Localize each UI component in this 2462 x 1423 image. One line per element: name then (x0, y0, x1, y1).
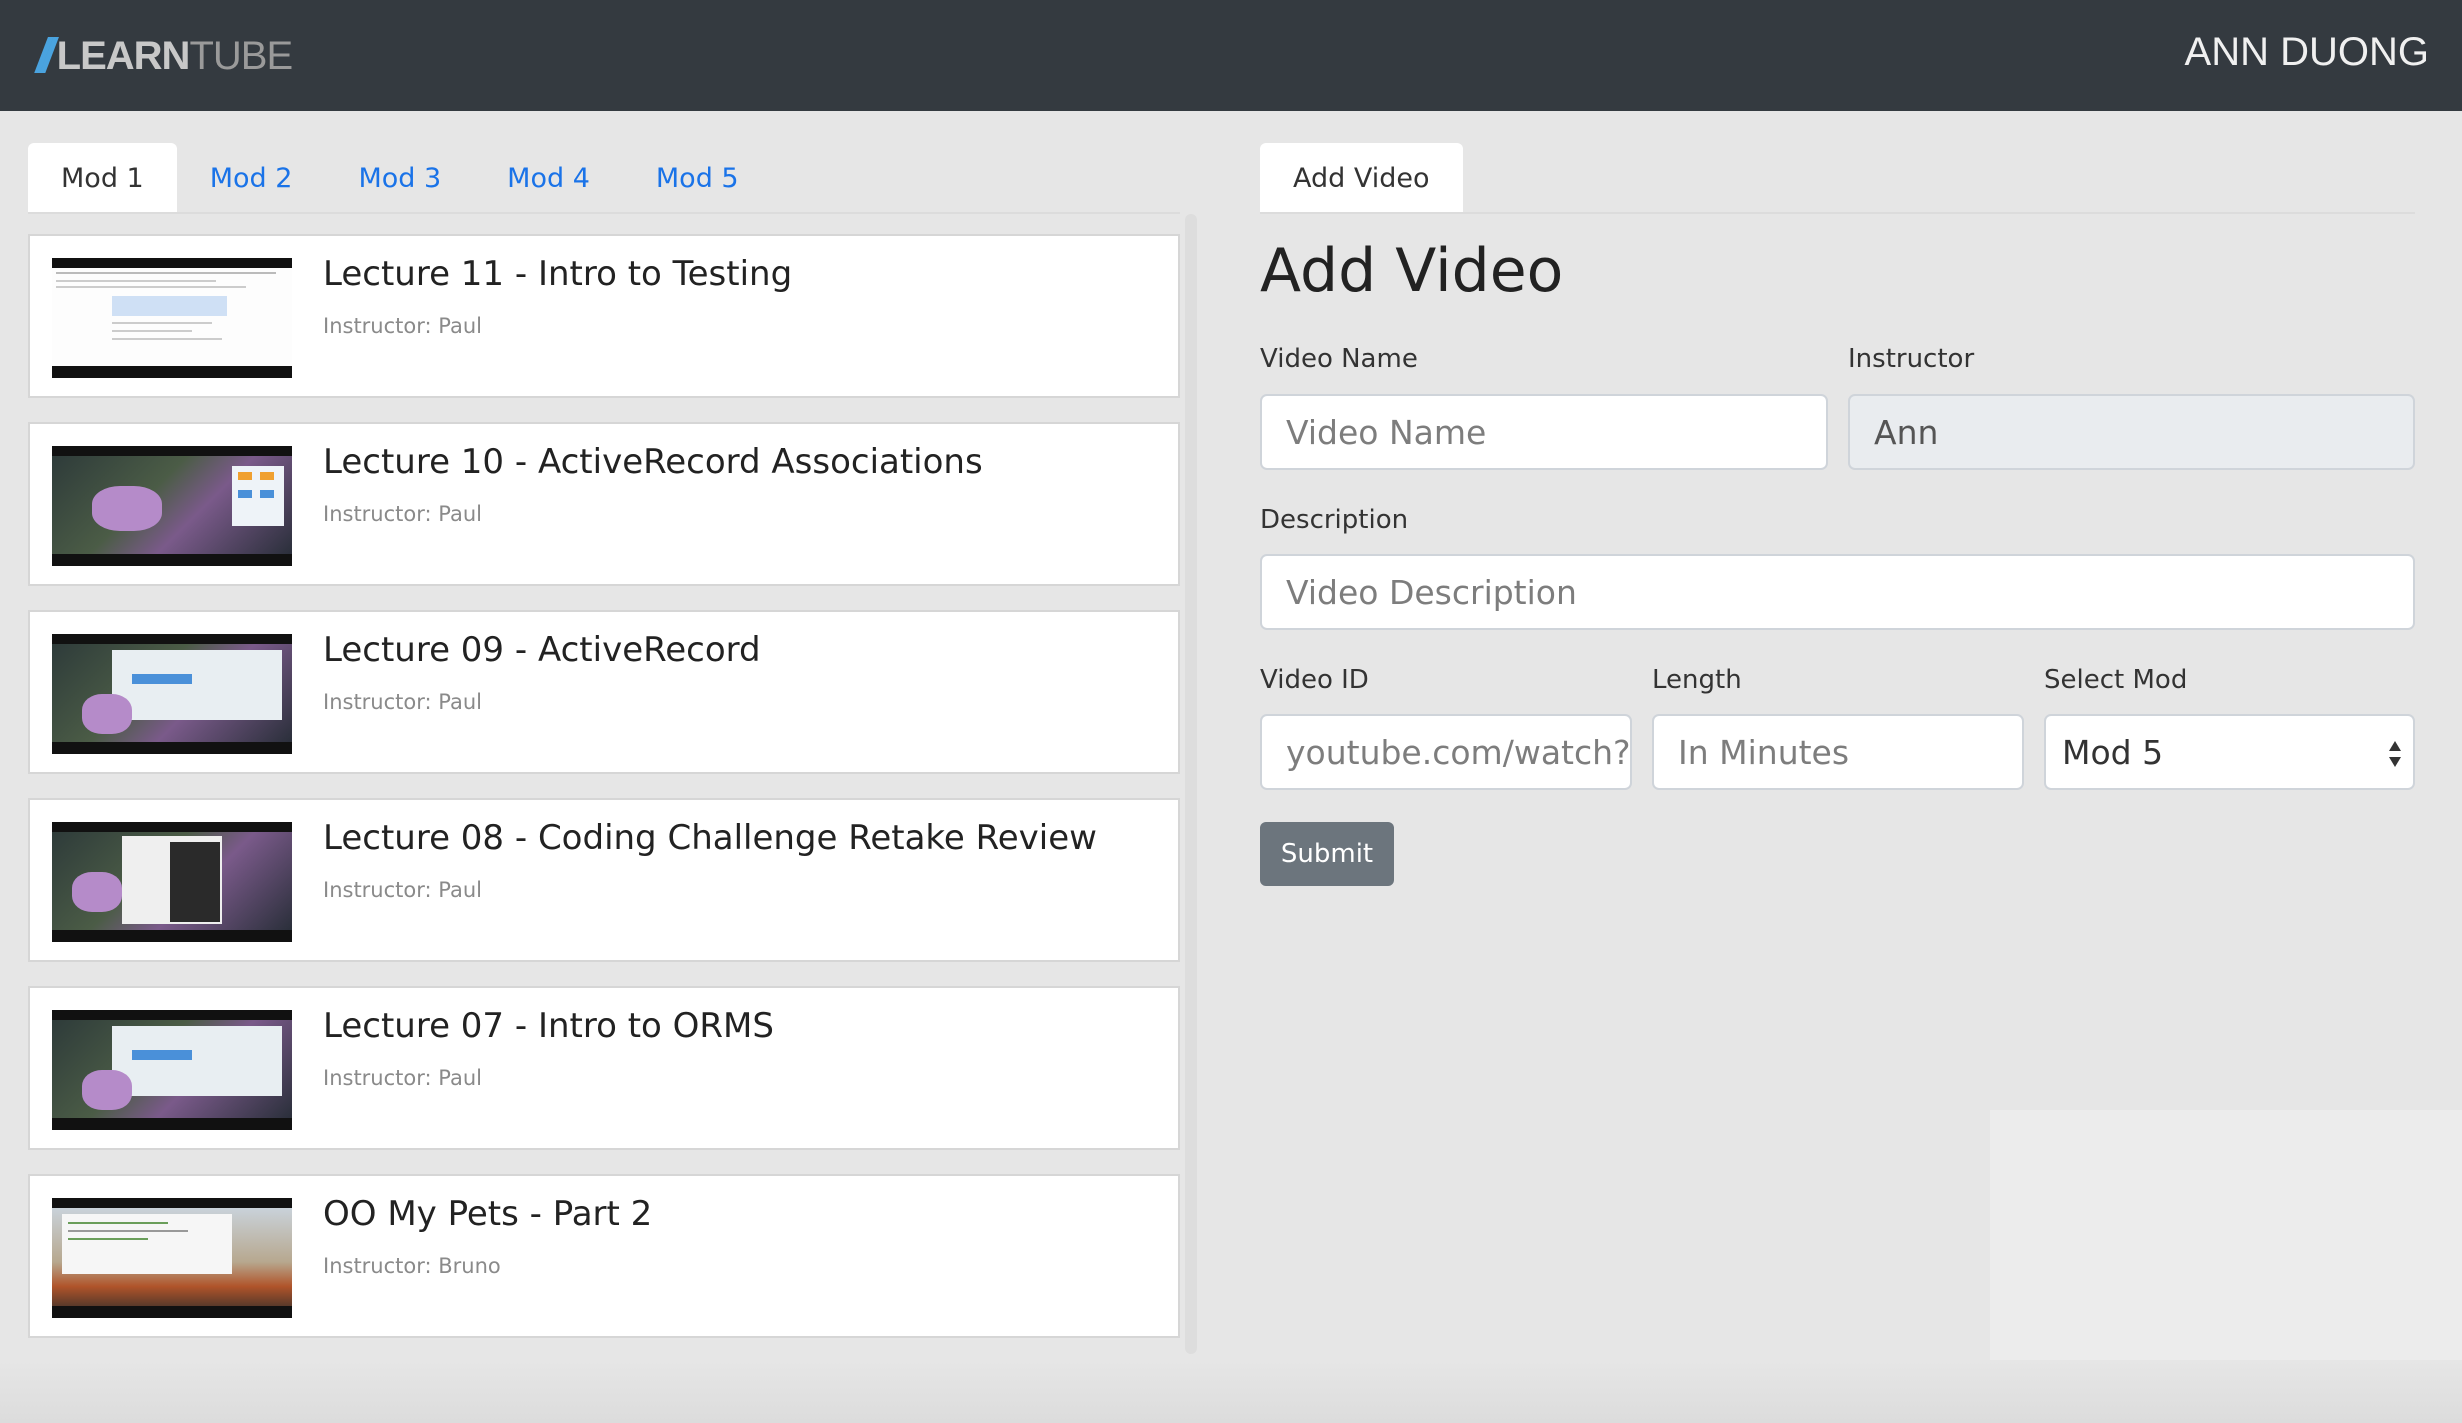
video-instructor: Instructor: Bruno (323, 1254, 501, 1278)
video-thumbnail[interactable] (52, 1010, 292, 1130)
video-card[interactable]: Lecture 11 - Intro to Testing Instructor… (28, 234, 1180, 398)
video-thumbnail[interactable] (52, 446, 292, 566)
select-mod-label: Select Mod (2044, 665, 2188, 695)
video-instructor: Instructor: Paul (323, 314, 482, 338)
video-id-label: Video ID (1260, 665, 1369, 695)
video-thumbnail[interactable] (52, 634, 292, 754)
tabs-divider (28, 212, 1180, 214)
logo-slash-mark: // (36, 29, 54, 83)
select-arrows-icon (2389, 741, 2401, 767)
instructor-label: Instructor (1848, 344, 1975, 374)
video-name-label: Video Name (1260, 344, 1418, 374)
video-thumbnail[interactable] (52, 1198, 292, 1318)
video-instructor: Instructor: Paul (323, 878, 482, 902)
video-card[interactable]: OO My Pets - Part 2 Instructor: Bruno (28, 1174, 1180, 1338)
video-list: Lecture 11 - Intro to Testing Instructor… (28, 234, 1180, 1362)
video-title[interactable]: Lecture 09 - ActiveRecord (323, 630, 761, 670)
video-instructor: Instructor: Paul (323, 1066, 482, 1090)
mod-tabs: Mod 1 Mod 2 Mod 3 Mod 4 Mod 5 (28, 143, 772, 213)
video-thumbnail[interactable] (52, 258, 292, 378)
video-card[interactable]: Lecture 07 - Intro to ORMS Instructor: P… (28, 986, 1180, 1150)
form-title: Add Video (1260, 236, 1564, 306)
video-card[interactable]: Lecture 10 - ActiveRecord Associations I… (28, 422, 1180, 586)
submit-button[interactable]: Submit (1260, 822, 1394, 886)
tab-mod-3[interactable]: Mod 3 (325, 143, 474, 213)
current-user-name[interactable]: ANN DUONG (2185, 30, 2429, 75)
video-instructor: Instructor: Paul (323, 690, 482, 714)
description-label: Description (1260, 505, 1409, 535)
instructor-field: Ann (1848, 394, 2415, 470)
video-title[interactable]: Lecture 10 - ActiveRecord Associations (323, 442, 983, 482)
tab-mod-1[interactable]: Mod 1 (28, 143, 177, 213)
video-title[interactable]: OO My Pets - Part 2 (323, 1194, 652, 1234)
length-input[interactable]: In Minutes (1652, 714, 2024, 790)
tab-add-video[interactable]: Add Video (1260, 143, 1463, 213)
select-mod-dropdown[interactable]: Mod 5 (2044, 714, 2415, 790)
length-label: Length (1652, 665, 1742, 695)
form-tabs-divider (1260, 212, 2415, 214)
logo-tube-text: TUBE (189, 33, 293, 78)
video-name-input[interactable]: Video Name (1260, 394, 1828, 470)
video-title[interactable]: Lecture 11 - Intro to Testing (323, 254, 792, 294)
video-instructor: Instructor: Paul (323, 502, 482, 526)
tab-mod-4[interactable]: Mod 4 (474, 143, 623, 213)
video-title[interactable]: Lecture 07 - Intro to ORMS (323, 1006, 774, 1046)
description-input[interactable]: Video Description (1260, 554, 2415, 630)
page-bottom-edge (0, 1360, 2462, 1423)
video-list-scrollbar[interactable] (1185, 214, 1197, 1354)
logo-learn-text: LEARN (56, 33, 191, 78)
video-card[interactable]: Lecture 09 - ActiveRecord Instructor: Pa… (28, 610, 1180, 774)
learntube-logo[interactable]: // LEARN TUBE (36, 29, 293, 83)
form-tabs: Add Video (1260, 143, 1463, 213)
video-id-input[interactable]: youtube.com/watch?v (1260, 714, 1632, 790)
video-title[interactable]: Lecture 08 - Coding Challenge Retake Rev… (323, 818, 1097, 858)
tab-mod-2[interactable]: Mod 2 (177, 143, 326, 213)
tab-mod-5[interactable]: Mod 5 (623, 143, 772, 213)
top-navbar: // LEARN TUBE ANN DUONG (0, 0, 2462, 111)
video-card[interactable]: Lecture 08 - Coding Challenge Retake Rev… (28, 798, 1180, 962)
select-mod-value: Mod 5 (2062, 732, 2164, 772)
video-thumbnail[interactable] (52, 822, 292, 942)
